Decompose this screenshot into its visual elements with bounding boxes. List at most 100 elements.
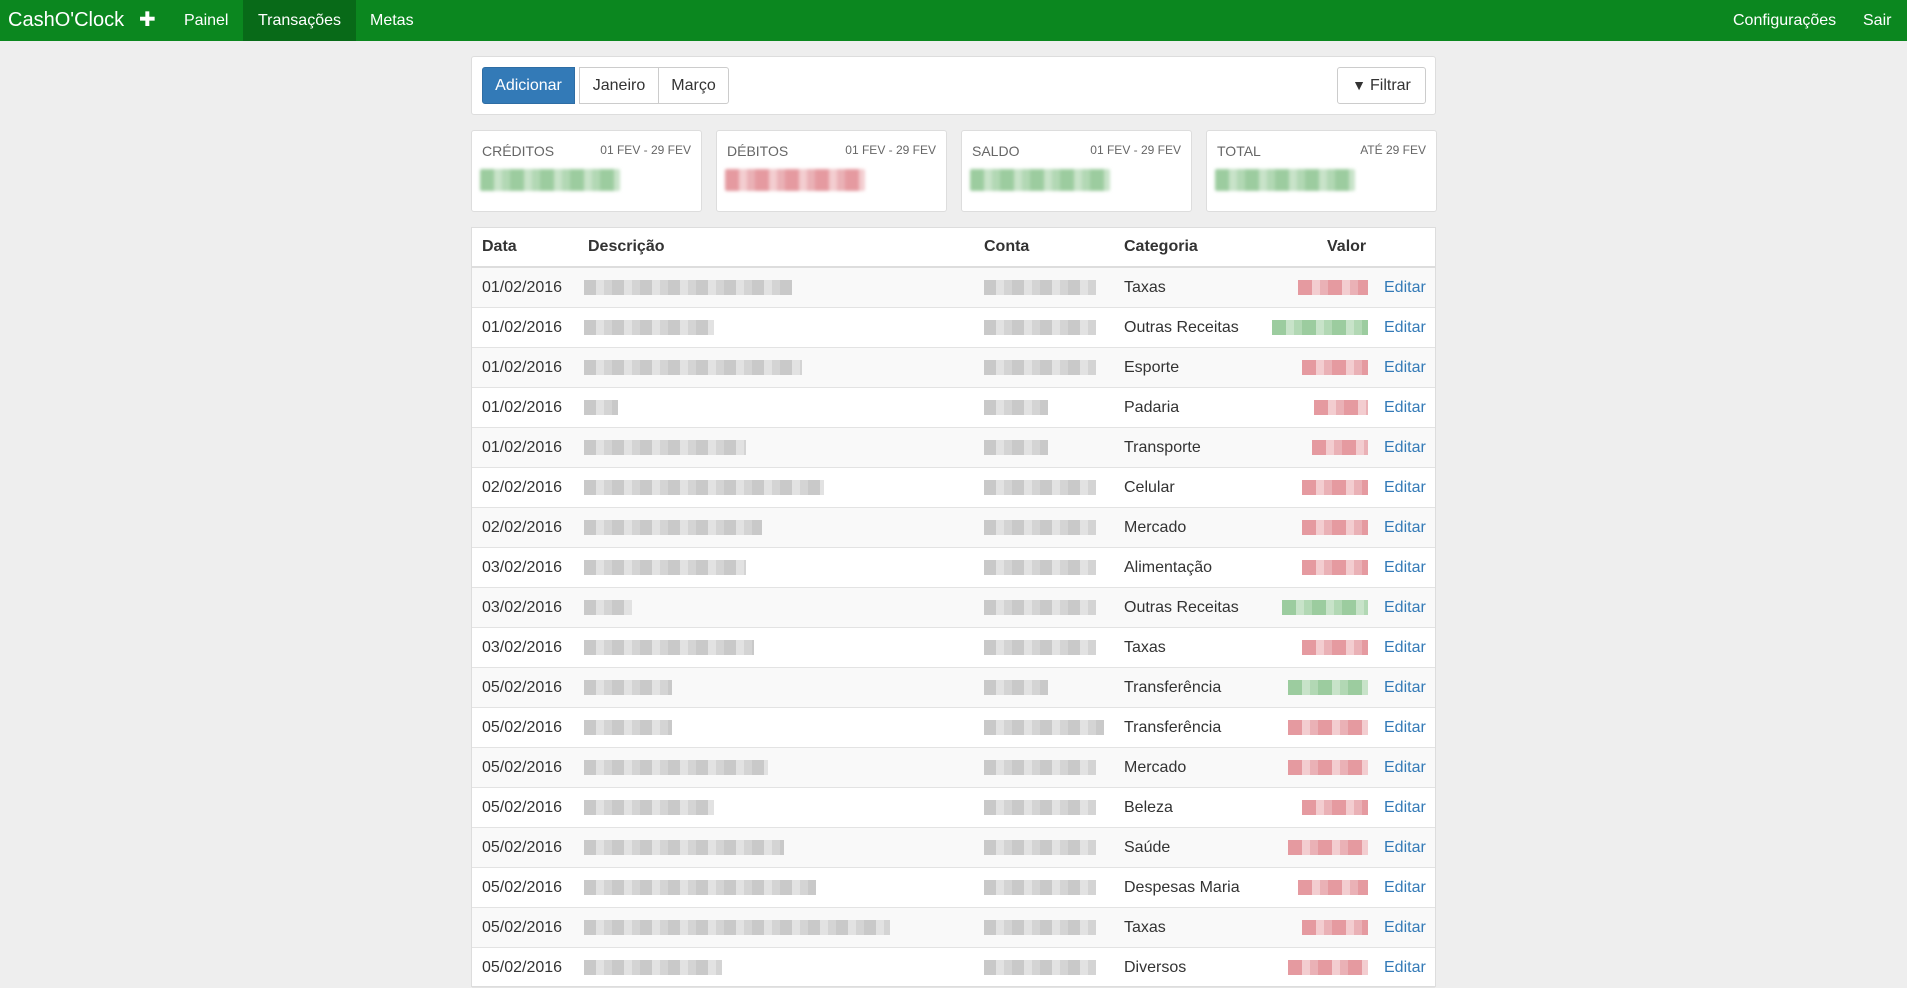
cell-date: 05/02/2016 [482,719,563,736]
redacted-account [984,520,1096,535]
redacted-value [480,169,620,191]
table-row: 01/02/2016 Transporte Editar [472,428,1435,468]
edit-link[interactable]: Editar [1384,388,1426,428]
redacted-value [1302,480,1368,495]
redacted-value [725,169,865,191]
cell-category: Transferência [1124,719,1222,736]
summary-range: 01 FEV - 29 FEV [845,143,936,157]
redacted-description [584,440,746,455]
redacted-description [584,840,784,855]
redacted-account [984,400,1048,415]
redacted-value [1288,960,1368,975]
edit-link[interactable]: Editar [1384,748,1426,788]
filter-button[interactable]: ▼ Filtrar [1337,67,1426,104]
table-row: 01/02/2016 Padaria Editar [472,388,1435,428]
cell-category: Beleza [1124,799,1173,816]
redacted-account [984,440,1048,455]
redacted-description [584,800,714,815]
table-header: Data Descrição Conta Categoria Valor [472,228,1435,268]
header-value[interactable]: Valor [1327,228,1366,266]
redacted-account [984,960,1096,975]
edit-link[interactable]: Editar [1384,428,1426,468]
redacted-description [584,680,672,695]
next-month-button[interactable]: Março [658,67,729,104]
table-row: 05/02/2016 Saúde Editar [472,828,1435,868]
plus-icon[interactable]: ✚ [139,0,156,41]
edit-link[interactable]: Editar [1384,788,1426,828]
header-category[interactable]: Categoria [1124,228,1198,266]
summary-label: SALDO [972,143,1020,159]
summary-card-debitos: DÉBITOS 01 FEV - 29 FEV [716,130,947,212]
edit-link[interactable]: Editar [1384,548,1426,588]
table-row: 05/02/2016 Beleza Editar [472,788,1435,828]
edit-link[interactable]: Editar [1384,588,1426,628]
edit-link[interactable]: Editar [1384,468,1426,508]
add-button[interactable]: Adicionar [482,67,575,104]
redacted-description [584,960,722,975]
cell-date: 02/02/2016 [482,479,563,496]
brand-link[interactable]: CashO'Clock [8,0,124,41]
funnel-icon: ▼ [1352,77,1366,93]
table-row: 03/02/2016 Taxas Editar [472,628,1435,668]
summary-card-creditos: CRÉDITOS 01 FEV - 29 FEV [471,130,702,212]
table-row: 02/02/2016 Celular Editar [472,468,1435,508]
redacted-account [984,360,1096,375]
redacted-value [1302,640,1368,655]
edit-link[interactable]: Editar [1384,268,1426,308]
header-date[interactable]: Data [482,228,517,266]
edit-link[interactable]: Editar [1384,908,1426,948]
nav-metas[interactable]: Metas [355,0,429,41]
redacted-account [984,480,1096,495]
prev-month-button[interactable]: Janeiro [579,67,659,104]
edit-link[interactable]: Editar [1384,668,1426,708]
redacted-account [984,600,1096,615]
nav-sair[interactable]: Sair [1848,0,1906,41]
cell-date: 03/02/2016 [482,559,563,576]
summary-range: 01 FEV - 29 FEV [1090,143,1181,157]
header-account[interactable]: Conta [984,228,1029,266]
edit-link[interactable]: Editar [1384,348,1426,388]
cell-date: 05/02/2016 [482,759,563,776]
redacted-account [984,680,1048,695]
redacted-value [1282,600,1368,615]
nav-configuracoes[interactable]: Configurações [1718,0,1851,41]
cell-date: 05/02/2016 [482,919,563,936]
redacted-description [584,560,746,575]
edit-link[interactable]: Editar [1384,308,1426,348]
redacted-description [584,640,754,655]
cell-date: 05/02/2016 [482,679,563,696]
header-description[interactable]: Descrição [588,228,665,266]
edit-link[interactable]: Editar [1384,948,1426,988]
cell-date: 01/02/2016 [482,319,563,336]
redacted-description [584,520,762,535]
summary-card-total: TOTAL ATÉ 29 FEV [1206,130,1437,212]
redacted-description [584,360,802,375]
redacted-account [984,280,1096,295]
edit-link[interactable]: Editar [1384,508,1426,548]
redacted-value [1314,400,1368,415]
redacted-value [1298,280,1368,295]
summary-range: 01 FEV - 29 FEV [600,143,691,157]
edit-link[interactable]: Editar [1384,628,1426,668]
table-row: 05/02/2016 Diversos Editar [472,948,1435,988]
cell-category: Padaria [1124,399,1180,416]
cell-date: 01/02/2016 [482,279,563,296]
redacted-value [1302,800,1368,815]
edit-link[interactable]: Editar [1384,708,1426,748]
redacted-value [970,169,1110,191]
cell-category: Celular [1124,479,1175,496]
nav-transacoes[interactable]: Transações [243,0,356,41]
cell-category: Saúde [1124,839,1171,856]
cell-date: 03/02/2016 [482,639,563,656]
summary-label: CRÉDITOS [482,143,555,159]
table-row: 03/02/2016 Alimentação Editar [472,548,1435,588]
nav-painel[interactable]: Painel [169,0,243,41]
edit-link[interactable]: Editar [1384,828,1426,868]
redacted-account [984,720,1104,735]
cell-category: Diversos [1124,959,1187,976]
edit-link[interactable]: Editar [1384,868,1426,908]
cell-category: Taxas [1124,279,1166,296]
cell-category: Alimentação [1124,559,1213,576]
cell-date: 01/02/2016 [482,359,563,376]
redacted-value [1288,760,1368,775]
